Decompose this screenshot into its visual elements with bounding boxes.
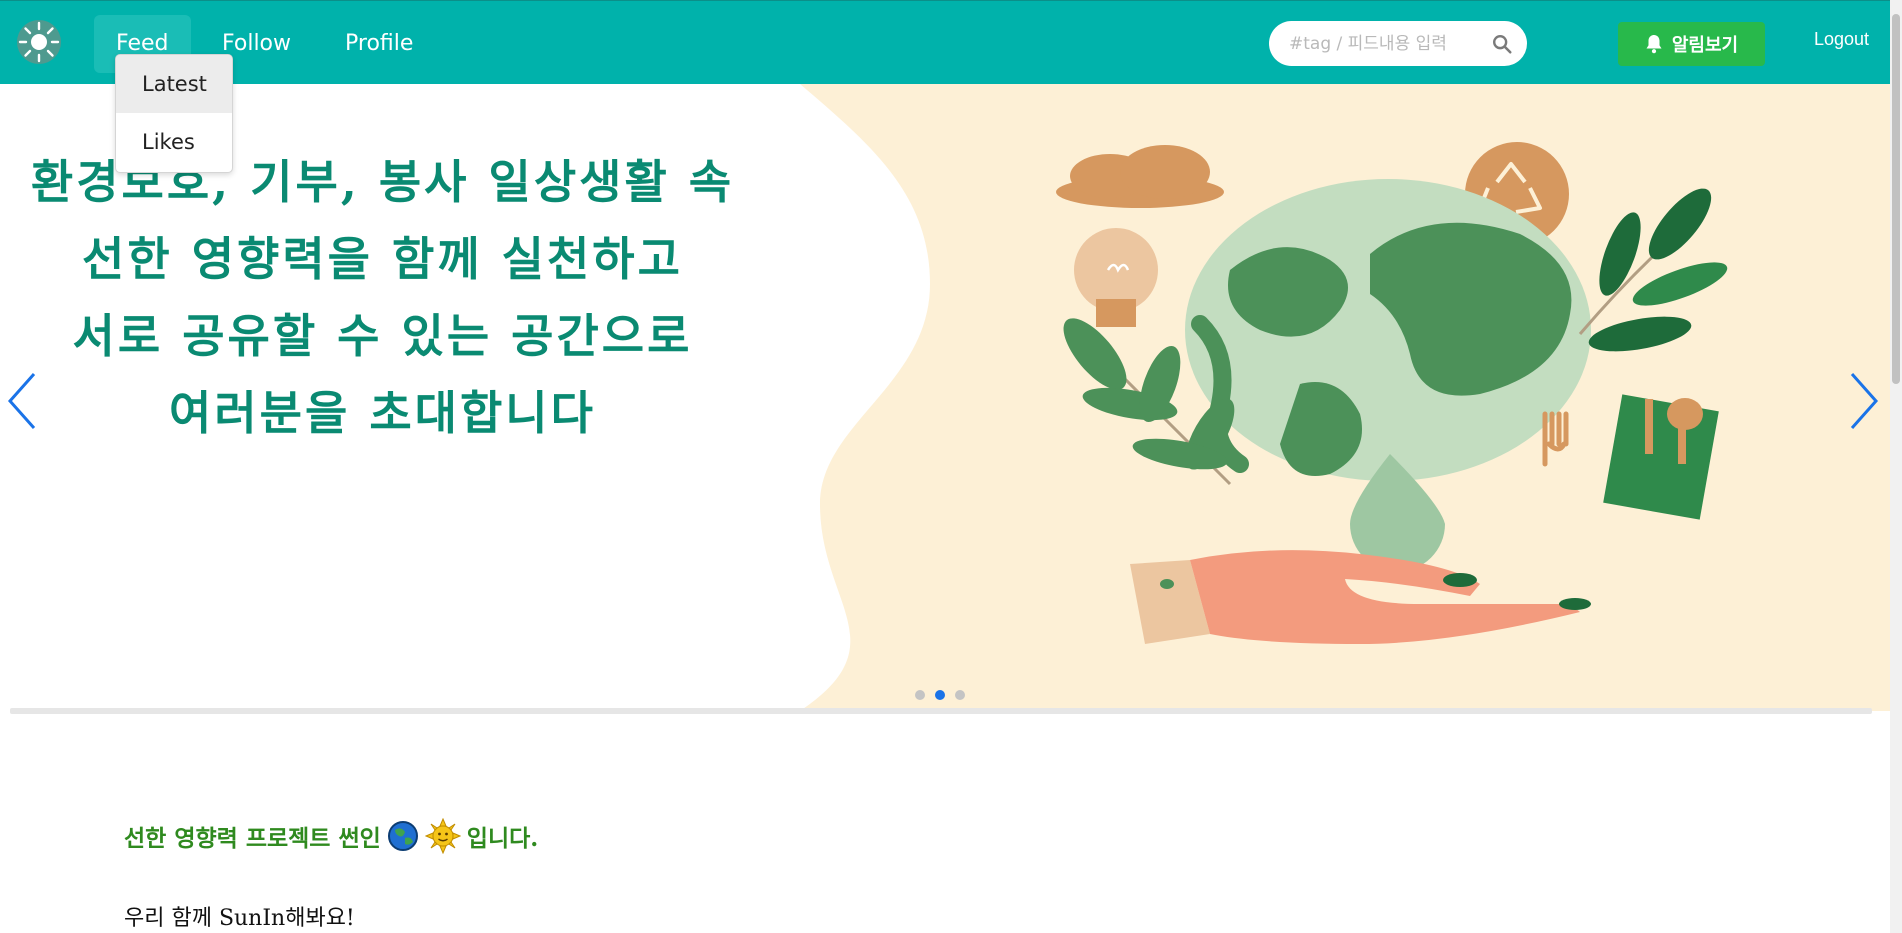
scrollbar-thumb[interactable]: [1892, 14, 1900, 384]
carousel-dot-2[interactable]: [935, 690, 945, 700]
sun-logo-icon[interactable]: [16, 19, 62, 65]
hero-text: 환경보호, 기부, 봉사 일상생활 속 선한 영향력을 함께 실천하고 서로 공…: [0, 144, 765, 452]
carousel-dot-1[interactable]: [915, 690, 925, 700]
page-scrollbar[interactable]: [1890, 0, 1902, 933]
logout-link[interactable]: Logout: [1814, 29, 1869, 50]
section-divider: [10, 708, 1872, 714]
intro-text: 선한 영향력 프로젝트 썬인 입니다.: [124, 818, 538, 854]
menu-item-likes[interactable]: Likes: [116, 113, 232, 171]
top-navbar: Feed Follow Profile 알림보기 Logout: [0, 0, 1890, 84]
carousel-indicators: [915, 690, 965, 700]
search-box: [1269, 21, 1527, 66]
search-icon[interactable]: [1491, 33, 1513, 55]
feed-dropdown-menu: Latest Likes: [115, 54, 233, 173]
search-input[interactable]: [1287, 29, 1487, 59]
chevron-left-icon[interactable]: [4, 366, 44, 436]
hero-line: 서로 공유할 수 있는 공간으로: [72, 309, 693, 363]
sun-emoji-icon: [424, 818, 461, 854]
notification-label: 알림보기: [1671, 35, 1739, 56]
notification-button[interactable]: 알림보기: [1618, 22, 1765, 66]
hero-carousel: 환경보호, 기부, 봉사 일상생활 속 선한 영향력을 함께 실천하고 서로 공…: [0, 84, 1890, 711]
chevron-right-icon[interactable]: [1842, 366, 1882, 436]
nav-profile[interactable]: Profile: [323, 15, 435, 73]
menu-item-latest[interactable]: Latest: [116, 55, 232, 113]
hero-line: 여러분을 초대합니다: [169, 386, 596, 440]
intro-prefix: 선한 영향력 프로젝트 썬인: [124, 825, 381, 852]
hero-line: 선한 영향력을 함께 실천하고: [82, 232, 683, 286]
carousel-dot-3[interactable]: [955, 690, 965, 700]
earth-emoji-icon: [387, 821, 418, 851]
intro-suffix: 입니다.: [466, 825, 539, 852]
together-text: 우리 함께 SunIn해봐요!: [124, 906, 355, 931]
bell-icon: [1646, 35, 1662, 54]
